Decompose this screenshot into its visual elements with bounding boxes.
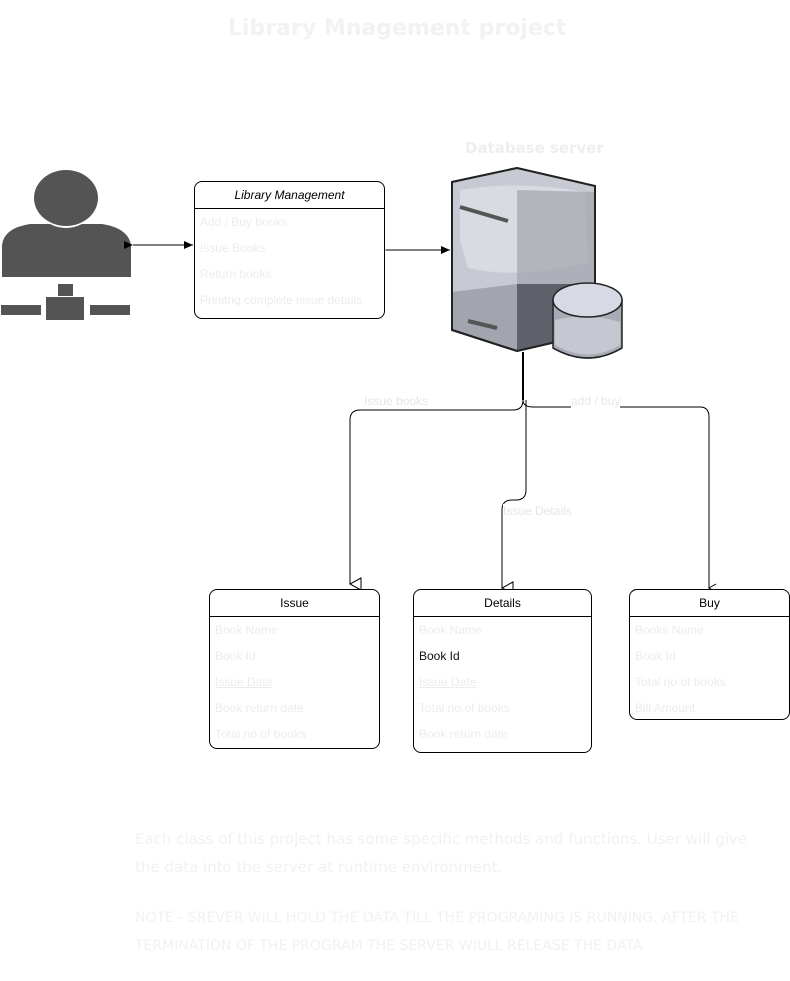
issue-field-total-books: Total no.of books bbox=[215, 727, 306, 741]
details-header: Details bbox=[414, 590, 591, 617]
buy-field-books-name: Books Name bbox=[635, 623, 704, 637]
buy-class: Buy Books Name Book Id Total no.of books… bbox=[629, 589, 790, 720]
server-note: Note - srever will hold the data till th… bbox=[135, 910, 739, 954]
details-field-book-id: Book Id bbox=[419, 649, 460, 663]
details-field-book-name: Book Name bbox=[419, 623, 482, 637]
library-item-issue: Issue Books bbox=[200, 241, 266, 255]
edge-label-add-buy: add / buy bbox=[571, 394, 621, 408]
details-class: Details Book Name Book Id Issue Date Tot… bbox=[413, 589, 592, 753]
buy-field-book-id: Book Id bbox=[635, 649, 676, 663]
issue-class: Issue Book Name Book Id Issue Date Book … bbox=[209, 589, 380, 749]
library-item-printing: Prinitng complete issue details bbox=[200, 293, 363, 307]
issue-field-book-name: Book Name bbox=[215, 623, 278, 637]
issue-field-book-id: Book Id bbox=[215, 649, 256, 663]
issue-field-return-date: Book return date bbox=[215, 701, 304, 715]
library-management-class: Library Management Add / Buy books Issue… bbox=[194, 181, 385, 319]
add-buy-edge bbox=[522, 399, 717, 593]
buy-field-total-books: Total no.of books bbox=[635, 675, 726, 689]
details-field-return-date: Book return date bbox=[419, 727, 508, 741]
description-note: Each class of this project has some spec… bbox=[135, 830, 748, 876]
edge-label-issue-books: Issue books bbox=[364, 394, 429, 408]
library-item-return: Return books bbox=[200, 267, 272, 281]
server-icon bbox=[451, 166, 623, 359]
buy-field-bill-amount: Bill Amount bbox=[635, 701, 696, 715]
issue-books-edge bbox=[348, 399, 524, 591]
buy-header: Buy bbox=[630, 590, 789, 617]
details-field-issue-date: Issue Date bbox=[419, 675, 477, 689]
library-management-header: Library Management bbox=[195, 182, 384, 209]
edge-label-issue-details: Issue Details bbox=[503, 504, 572, 518]
issue-header: Issue bbox=[210, 590, 379, 617]
user-icon bbox=[1, 170, 131, 320]
issue-field-issue-date: Issue Date bbox=[215, 675, 273, 689]
library-item-add-buy: Add / Buy books bbox=[200, 215, 288, 229]
details-field-total-books: Total no.of books bbox=[419, 701, 510, 715]
issue-details-edge bbox=[500, 400, 527, 595]
